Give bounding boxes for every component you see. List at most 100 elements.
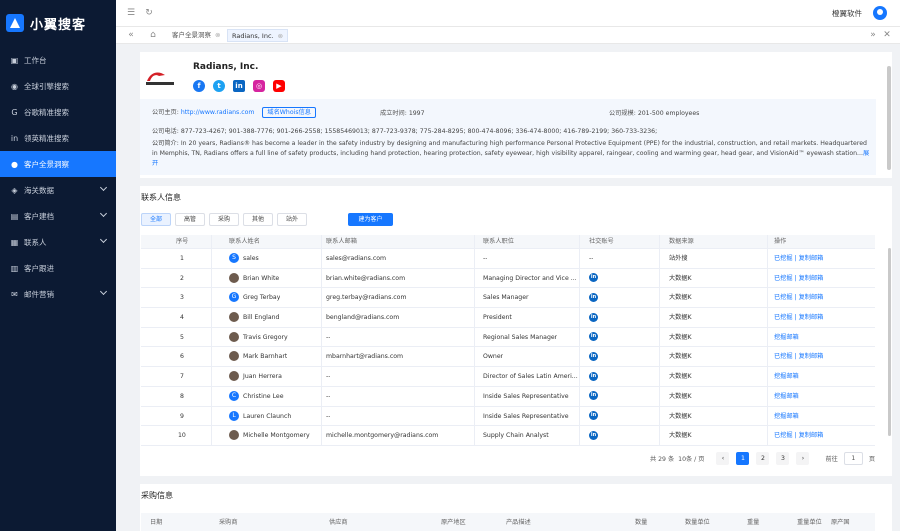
page-size-select[interactable]: 10条 / 页 — [678, 454, 704, 463]
table-row[interactable]: 6 Mark Barnhart mbarnhart@radians.com Owner… — [141, 347, 875, 368]
table-body: 1 Ssales sales@radians.com -- -- 站外搜 已挖掘 | 复制邮… — [141, 249, 875, 446]
page-1-button[interactable]: 1 — [736, 452, 750, 465]
instagram-icon[interactable]: ◎ — [253, 80, 265, 92]
sidebar-item[interactable]: G 谷歌精准搜索 — [0, 99, 116, 125]
sidebar-item[interactable]: ▥ 客户跟进 — [0, 255, 116, 281]
linkedin-icon[interactable]: in — [589, 292, 598, 302]
facebook-icon[interactable]: f — [193, 80, 205, 92]
tabs-scroll-left-icon[interactable]: « — [126, 30, 136, 40]
table-row[interactable]: 1 Ssales sales@radians.com -- -- 站外搜 已挖掘 | 复制邮… — [141, 249, 875, 269]
contact-name-cell[interactable]: Travis Gregory — [229, 328, 288, 347]
close-all-icon[interactable]: ✕ — [882, 30, 892, 40]
linkedin-icon[interactable]: in — [589, 430, 598, 440]
row-actions[interactable]: 已挖掘 | 复制邮箱 — [774, 308, 823, 327]
close-tab-icon[interactable]: ⊗ — [215, 31, 220, 39]
table-row[interactable]: 7 Juan Herrera -- Director of Sales Latin A… — [141, 367, 875, 387]
row-actions[interactable]: 已挖掘 | 复制邮箱 — [774, 249, 823, 268]
table-row[interactable]: 4 Bill England bengland@radians.com Preside… — [141, 308, 875, 328]
company-name[interactable]: 橙翼软件 — [832, 8, 862, 19]
refresh-icon[interactable]: ↻ — [144, 8, 154, 18]
close-tab-icon[interactable]: ⊗ — [278, 32, 283, 40]
app-logo[interactable]: 小翼搜客 — [6, 10, 86, 36]
linkedin-icon[interactable]: in — [589, 391, 598, 401]
sidebar-item-label: 工作台 — [24, 55, 47, 65]
contact-name-cell[interactable]: L Lauren Claunch — [229, 407, 291, 426]
tab-customer-insight[interactable]: 客户全景洞察 ⊗ — [168, 29, 224, 42]
page-2-button[interactable]: 2 — [756, 452, 770, 465]
sidebar-item[interactable]: ▣ 工作台 — [0, 47, 116, 73]
goto-suffix: 页 — [868, 456, 875, 463]
sidebar-item[interactable]: ● 客户全景洞察 — [0, 151, 116, 177]
linkedin-icon[interactable]: in — [233, 80, 245, 92]
linkedin-icon[interactable]: in — [589, 332, 598, 342]
row-actions[interactable]: 挖掘邮箱 — [774, 328, 799, 347]
sidebar-item[interactable]: ◉ 全球引擎搜索 — [0, 73, 116, 99]
row-actions[interactable]: 已挖掘 | 复制邮箱 — [774, 269, 823, 288]
sidebar-item[interactable]: ▤ 客户建档 — [0, 203, 116, 229]
table-scrollbar[interactable] — [888, 248, 891, 436]
prev-page-icon[interactable]: ‹ — [716, 452, 730, 465]
filter-button[interactable]: 采购 — [209, 213, 239, 226]
sidebar-item[interactable]: in 领英精准搜索 — [0, 125, 116, 151]
website-link[interactable]: http://www.radians.com — [181, 109, 255, 116]
table-row[interactable]: 3 G Greg Terbay greg.terbay@radians.com Sale… — [141, 288, 875, 309]
contact-name-cell[interactable]: G Greg Terbay — [229, 288, 280, 307]
filter-button[interactable]: 站外 — [277, 213, 307, 226]
row-number: 9 — [180, 412, 184, 420]
row-actions[interactable]: 挖掘邮箱 — [774, 407, 799, 426]
whois-button[interactable]: 域名Whois信息 — [262, 107, 316, 118]
contact-name-cell[interactable]: Ssales — [229, 249, 259, 268]
contact-name-cell[interactable]: C Christine Lee — [229, 387, 284, 406]
home-icon[interactable]: ⌂ — [148, 30, 158, 40]
linkedin-icon: in — [10, 133, 19, 143]
row-actions[interactable]: 挖掘邮箱 — [774, 367, 799, 386]
twitter-icon[interactable]: t — [213, 80, 225, 92]
contact-name-cell[interactable]: Bill England — [229, 308, 280, 327]
goto-page-input[interactable]: 1 — [843, 452, 863, 465]
filter-button[interactable]: 其他 — [243, 213, 273, 226]
linkedin-icon[interactable]: in — [589, 312, 598, 322]
user-avatar[interactable] — [873, 6, 887, 20]
linkedin-icon[interactable]: in — [589, 371, 598, 381]
contact-name-cell[interactable]: Michelle Montgomery — [229, 426, 310, 445]
sidebar-item-label: 客户全景洞察 — [24, 159, 69, 169]
filter-button[interactable]: 高管 — [175, 213, 205, 226]
collapse-menu-icon[interactable]: ☰ — [126, 8, 136, 18]
sidebar: 小翼搜客 ▣ 工作台 ◉ 全球引擎搜索 G 谷歌精准搜索 in 领英精准搜索 ● 客户全景洞察 ◈ 海… — [0, 0, 116, 531]
create-customer-button[interactable]: 建为客户 — [348, 213, 393, 226]
sidebar-item[interactable]: ▦ 联系人 — [0, 229, 116, 255]
contact-name-cell[interactable]: Juan Herrera — [229, 367, 282, 386]
row-actions[interactable]: 挖掘邮箱 — [774, 387, 799, 406]
linkedin-icon[interactable]: in — [589, 351, 598, 361]
table-row[interactable]: 10 Michelle Montgomery michelle.montgomery… — [141, 426, 875, 446]
youtube-icon[interactable]: ▶ — [273, 80, 285, 92]
tab-radians[interactable]: Radians, Inc. ⊗ — [227, 29, 289, 42]
customs-icon: ◈ — [11, 185, 18, 195]
archive-icon: ▤ — [10, 211, 19, 221]
purchase-title: 采购信息 — [141, 491, 173, 500]
linkedin-icon[interactable]: in — [589, 273, 598, 283]
linkedin-icon[interactable]: in — [589, 411, 598, 420]
tabs-scroll-right-icon[interactable]: » — [868, 30, 878, 40]
sidebar-item[interactable]: ✉ 邮件营销 — [0, 281, 116, 307]
table-row[interactable]: 5 Travis Gregory -- Regional Sales Manager i… — [141, 327, 875, 348]
table-row[interactable]: 2 Brian White brian.white@radians.com Manag… — [141, 268, 875, 289]
social-cell: in — [589, 328, 598, 347]
contact-email: mbarnhart@radians.com — [326, 353, 404, 361]
table-row[interactable]: 9 L Lauren Claunch -- Inside Sales Represent… — [141, 406, 875, 427]
next-page-icon[interactable]: › — [796, 452, 810, 465]
purchase-column-header: 原产国 — [831, 519, 850, 526]
page-3-button[interactable]: 3 — [776, 452, 790, 465]
page-scrollbar[interactable] — [887, 66, 891, 170]
purchase-column-header: 重量 — [747, 519, 760, 526]
purchase-column-header: 数量 — [635, 519, 648, 526]
filter-button[interactable]: 全部 — [141, 213, 171, 226]
data-source: 大数据K — [669, 353, 692, 361]
contact-name-cell[interactable]: Brian White — [229, 269, 279, 288]
table-row[interactable]: 8 C Christine Lee -- Inside Sales Representa… — [141, 386, 875, 407]
row-actions[interactable]: 已挖掘 | 复制邮箱 — [774, 347, 823, 366]
row-actions[interactable]: 已挖掘 | 复制邮箱 — [774, 426, 823, 445]
sidebar-item[interactable]: ◈ 海关数据 — [0, 177, 116, 203]
contact-name-cell[interactable]: Mark Barnhart — [229, 347, 287, 366]
row-actions[interactable]: 已挖掘 | 复制邮箱 — [774, 288, 823, 307]
